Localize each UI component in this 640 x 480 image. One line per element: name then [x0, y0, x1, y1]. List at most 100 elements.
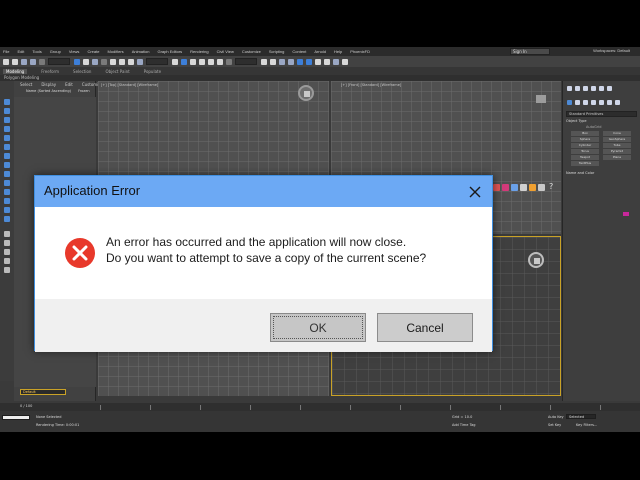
menu-item-create[interactable]: Create [87, 49, 99, 54]
helpers-icon[interactable] [599, 99, 604, 105]
name-and-color-rollout[interactable]: Name and Color [566, 171, 637, 175]
menu-item-civil-view[interactable]: Civil View [217, 49, 234, 54]
explorer-frozen-column[interactable]: Frozen [78, 89, 89, 93]
menu-item-content[interactable]: Content [292, 49, 306, 54]
add-time-tag[interactable]: Add Time Tag [452, 423, 476, 427]
front-viewcube-icon[interactable] [536, 95, 546, 103]
render-icon[interactable] [342, 58, 348, 65]
cone-button[interactable]: Cone [603, 131, 631, 136]
sphere-button[interactable]: Sphere [571, 137, 599, 142]
menu-item-graph-editors[interactable]: Graph Editors [157, 49, 182, 54]
workspace-label[interactable]: Workspaces: Default [593, 48, 630, 53]
time-slider[interactable]: 0 / 100 [0, 403, 640, 411]
render-frame-icon[interactable] [333, 58, 339, 65]
auto-key-button[interactable]: Auto Key [548, 415, 564, 419]
display-all-icon[interactable] [4, 216, 10, 222]
tab-modeling[interactable]: Modeling [3, 68, 28, 74]
shapes-icon[interactable] [575, 99, 580, 105]
link-icon[interactable] [21, 58, 27, 65]
tube-button[interactable]: Tube [603, 143, 631, 148]
bind-icon[interactable] [39, 58, 45, 65]
lock-icon[interactable] [4, 240, 10, 246]
menu-item-phoenixfd[interactable]: PhoenixFD [350, 49, 370, 54]
maxscript-listener[interactable] [2, 415, 30, 420]
display-none-icon[interactable] [4, 99, 10, 105]
lights-icon[interactable] [583, 99, 588, 105]
utilities-tab-icon[interactable] [607, 85, 612, 91]
funnel-icon[interactable] [4, 249, 10, 255]
geometry-icon[interactable] [567, 99, 572, 105]
torus-button[interactable]: Torus [571, 149, 599, 154]
hierarchy-tab-icon[interactable] [583, 85, 588, 91]
primitives-dropdown[interactable]: Standard Primitives [566, 111, 637, 117]
cameras-icon[interactable] [591, 99, 596, 105]
display-spacewarps-icon[interactable] [4, 153, 10, 159]
close-button[interactable] [460, 176, 490, 207]
menu-item-edit[interactable]: Edit [17, 49, 24, 54]
textplus-button[interactable]: TextPlus [571, 161, 599, 166]
named-selection-dropdown[interactable] [235, 58, 257, 65]
placement-icon[interactable] [137, 58, 143, 65]
display-cameras-icon[interactable] [4, 135, 10, 141]
motion-tab-icon[interactable] [591, 85, 596, 91]
cylinder-button[interactable]: Cylinder [571, 143, 599, 148]
menu-item-rendering[interactable]: Rendering [190, 49, 208, 54]
geosphere-button[interactable]: GeoSphere [603, 137, 631, 142]
reference-coord-dropdown[interactable] [146, 58, 168, 65]
activeshade-icon[interactable] [529, 183, 536, 191]
menu-item-file[interactable]: File [3, 49, 9, 54]
select-by-name-icon[interactable] [83, 58, 89, 65]
menu-item-customize[interactable]: Customize [242, 49, 261, 54]
material-icon[interactable] [502, 183, 509, 191]
viewport-top-label[interactable]: [+] [Top] [Standard] [Wireframe] [101, 83, 158, 87]
selection-filter-dropdown[interactable] [48, 58, 70, 65]
filter-icon[interactable] [4, 231, 10, 237]
undo-icon[interactable] [3, 58, 9, 65]
display-lights-icon[interactable] [4, 126, 10, 132]
menu-item-group[interactable]: Group [50, 49, 61, 54]
plane-button[interactable]: Plane [603, 155, 631, 160]
set-key-button[interactable]: Set Key [548, 423, 561, 427]
angle-snap-icon[interactable] [199, 58, 205, 65]
pyramid-button[interactable]: Pyramid [603, 149, 631, 154]
rect-select-icon[interactable] [92, 58, 98, 65]
display-shapes-icon[interactable] [4, 117, 10, 123]
autogrid-checkbox[interactable]: AutoGrid [566, 125, 637, 129]
menu-item-animation[interactable]: Animation [132, 49, 150, 54]
layer-explorer-icon[interactable] [279, 58, 285, 65]
scale-icon[interactable] [128, 58, 134, 65]
window-crossing-icon[interactable] [101, 58, 107, 65]
object-color-swatch[interactable] [623, 212, 629, 216]
dialog-titlebar[interactable]: Application Error [35, 176, 492, 207]
ok-button[interactable]: OK [270, 313, 366, 342]
explorer-header[interactable]: Name (Sorted Ascending) Frozen [14, 88, 95, 94]
display-groups-icon[interactable] [4, 162, 10, 168]
target-icon[interactable] [493, 183, 500, 191]
curve-editor-icon[interactable] [297, 58, 303, 65]
pivot-icon[interactable] [172, 58, 178, 65]
tab-selection[interactable]: Selection [73, 69, 91, 74]
cancel-button[interactable]: Cancel [377, 313, 473, 342]
rotate-icon[interactable] [119, 58, 125, 65]
explorer-tab-display[interactable]: Display [41, 82, 56, 87]
spinner-snap-icon[interactable] [217, 58, 223, 65]
sign-in-dropdown[interactable]: Sign In [510, 48, 550, 55]
redo-icon[interactable] [12, 58, 18, 65]
menu-item-help[interactable]: Help [334, 49, 342, 54]
create-tab-icon[interactable] [567, 85, 572, 91]
render-region-icon[interactable] [511, 183, 518, 191]
schematic-view-icon[interactable] [306, 58, 312, 65]
edit-named-selection-icon[interactable] [226, 58, 232, 65]
menu-item-views[interactable]: Views [69, 49, 80, 54]
material-editor-icon[interactable] [315, 58, 321, 65]
render-setup-icon[interactable] [324, 58, 330, 65]
move-icon[interactable] [110, 58, 116, 65]
teapot-button[interactable]: Teapot [571, 155, 599, 160]
display-xrefs-icon[interactable] [4, 171, 10, 177]
tab-object-paint[interactable]: Object Paint [105, 69, 129, 74]
close-icon[interactable] [468, 185, 482, 199]
spacewarps-icon[interactable] [607, 99, 612, 105]
select-icon[interactable] [74, 58, 80, 65]
display-helpers-icon[interactable] [4, 144, 10, 150]
frame-counter[interactable]: 0 / 100 [20, 404, 32, 408]
